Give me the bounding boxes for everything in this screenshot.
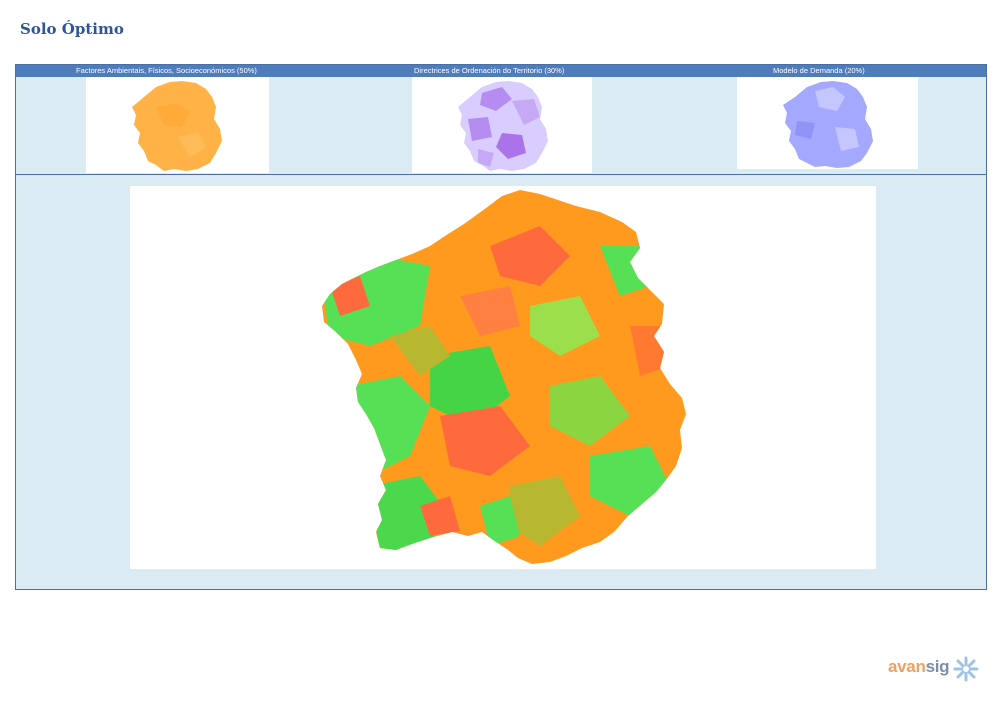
map-factores-ambientais [86,77,269,173]
criteria-header-bar: Factores Ambientais, Físicos, Socioeconó… [16,65,986,77]
galicia-map-orange [132,81,222,171]
criteria-thumbnails-row [16,77,986,175]
galicia-map-blue [783,81,873,168]
map-modelo-demanda [737,77,918,169]
header-directrices: Directrices de Ordenación do Territorio … [414,66,565,75]
logo-text: avansig [888,657,950,676]
criteria-panel: Factores Ambientais, Físicos, Socioeconó… [15,64,987,590]
header-factores: Factores Ambientais, Físicos, Socioeconó… [76,66,257,75]
galicia-map-optimo [322,190,686,564]
map-directrices-ordenacion [412,77,592,173]
avansig-logo: avansig [888,655,983,685]
map-solo-optimo [130,186,876,569]
page-title: Solo Óptimo [20,20,124,38]
header-demanda: Modelo de Demanda (20%) [773,66,865,75]
snowflake-cross-icon [953,656,979,682]
galicia-map-purple [458,81,548,171]
